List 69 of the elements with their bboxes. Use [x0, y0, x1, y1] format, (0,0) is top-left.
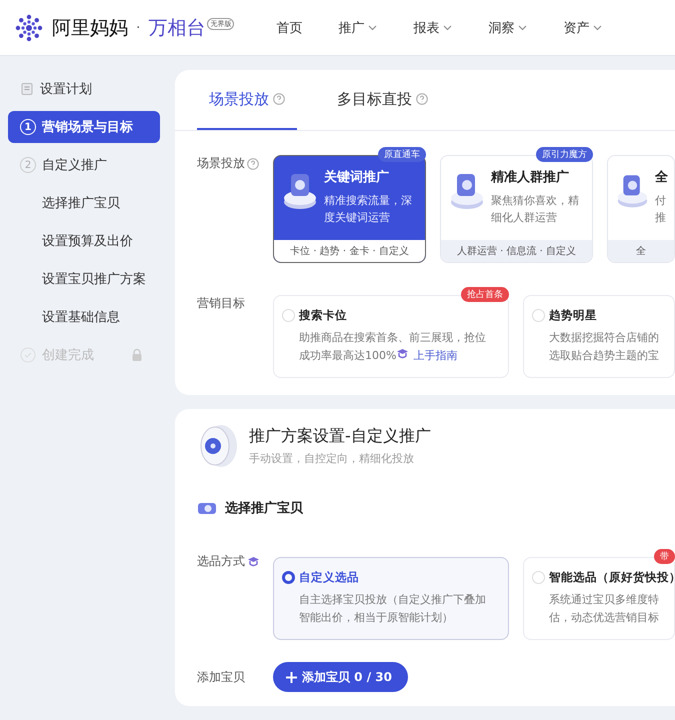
- lock-icon: [130, 348, 144, 362]
- description-text: 付 推: [655, 193, 667, 226]
- sidebar-item[interactable]: 设置预算及出价: [8, 225, 160, 257]
- sidebar-item[interactable]: 设置基础信息: [8, 301, 160, 333]
- plan-title: 推广方案设置-自定义推广: [249, 426, 431, 447]
- add-item-button[interactable]: 添加宝贝 0 / 30: [273, 662, 408, 692]
- section-title: 选择推广宝贝: [225, 500, 303, 517]
- scene-footer-text: 人群运营 · 信息流 · 自定义: [441, 240, 592, 262]
- description-text: 精准搜索流量，深 度关键词运营: [324, 193, 412, 226]
- nav-item[interactable]: 首页: [276, 18, 302, 36]
- option-title: 趋势明星: [549, 308, 597, 323]
- nav-item[interactable]: 洞察: [488, 18, 528, 36]
- chevron-down-icon: [443, 24, 452, 30]
- check-circle-icon: [20, 347, 36, 363]
- nav-item[interactable]: 推广: [338, 18, 378, 36]
- help-icon: [273, 93, 285, 105]
- tag-badge: 原引力魔方: [536, 147, 593, 162]
- gear-disc-icon: [199, 423, 239, 469]
- scene-title: 关键词推广: [324, 168, 390, 186]
- plan-subtitle: 手动设置，自控定向，精细化投放: [249, 451, 415, 466]
- step-number: 1: [20, 119, 36, 135]
- graduation-cap-icon: [247, 556, 260, 567]
- scene-title: 精准人群推广: [491, 168, 570, 186]
- nav-item[interactable]: 资产: [563, 18, 602, 36]
- sidebar-item[interactable]: 2 自定义推广: [8, 149, 160, 181]
- description-text: 系统通过宝贝多维度特 估，动态优选营销目标: [549, 592, 660, 626]
- scene-option-card[interactable]: 全 付 推 全: [607, 155, 675, 263]
- box-icon: [197, 501, 217, 515]
- description-text: 大数据挖掘符合店铺的 选取贴合趋势主题的宝: [549, 330, 660, 364]
- option-title: 搜索卡位: [299, 308, 347, 323]
- tag-badge: 原直通车: [378, 147, 426, 162]
- separator-dot: ·: [136, 20, 140, 36]
- scene-footer-text: 全: [608, 240, 674, 262]
- scene-footer-text: 卡位 · 趋势 · 金卡 · 自定义: [274, 240, 425, 262]
- option-card[interactable]: 自定义选品 自主选择宝贝投放（自定义推广下叠加 智能出价，相当于原智能计划）: [273, 557, 509, 640]
- radio-button[interactable]: [282, 571, 295, 584]
- field-label: 添加宝贝: [197, 669, 245, 686]
- tag-badge: 带: [654, 549, 675, 564]
- brand-name: 阿里妈妈: [52, 16, 128, 40]
- option-title: 自定义选品: [299, 570, 359, 585]
- chevron-down-icon: [593, 24, 602, 30]
- scene-title: 全: [655, 169, 668, 186]
- tag-badge: 抢占首条: [461, 287, 509, 302]
- plus-icon: [285, 670, 298, 684]
- tab[interactable]: 场景投放: [197, 70, 297, 130]
- sidebar-item[interactable]: 设置宝贝推广方案: [8, 263, 160, 295]
- help-icon: [247, 158, 259, 170]
- help-icon: [416, 93, 428, 105]
- field-label: 场景投放: [197, 155, 245, 172]
- sidebar-item[interactable]: 1 营销场景与目标: [8, 111, 160, 143]
- field-label: 营销目标: [197, 295, 245, 312]
- option-card[interactable]: 趋势明星 大数据挖掘符合店铺的 选取贴合趋势主题的宝: [523, 295, 675, 378]
- logo-icon: [14, 12, 44, 42]
- guide-link[interactable]: 上手指南: [413, 349, 458, 362]
- sidebar-item[interactable]: 设置计划: [8, 73, 160, 105]
- sidebar-item[interactable]: 选择推广宝贝: [8, 187, 160, 219]
- chevron-down-icon: [368, 24, 378, 30]
- clipboard-icon: [20, 82, 34, 96]
- graduation-cap-icon: [396, 348, 410, 359]
- description-text: 自主选择宝贝投放（自定义推广下叠加 智能出价，相当于原智能计划）: [299, 592, 487, 626]
- field-label: 选品方式: [197, 553, 245, 570]
- chevron-down-icon: [518, 24, 528, 30]
- step-number: 2: [20, 157, 36, 173]
- product-name: 万相台: [148, 16, 206, 40]
- description-text: 助推商品在搜索首条、前三展现，抢位 成功率最高达100% 上手指南: [299, 330, 487, 364]
- tab[interactable]: 多目标直投: [325, 70, 440, 130]
- description-text: 聚焦猜你喜欢，精 细化人群运营: [491, 193, 579, 226]
- option-title: 智能选品（原好货快投）: [549, 570, 674, 585]
- nav-item[interactable]: 报表: [413, 18, 452, 36]
